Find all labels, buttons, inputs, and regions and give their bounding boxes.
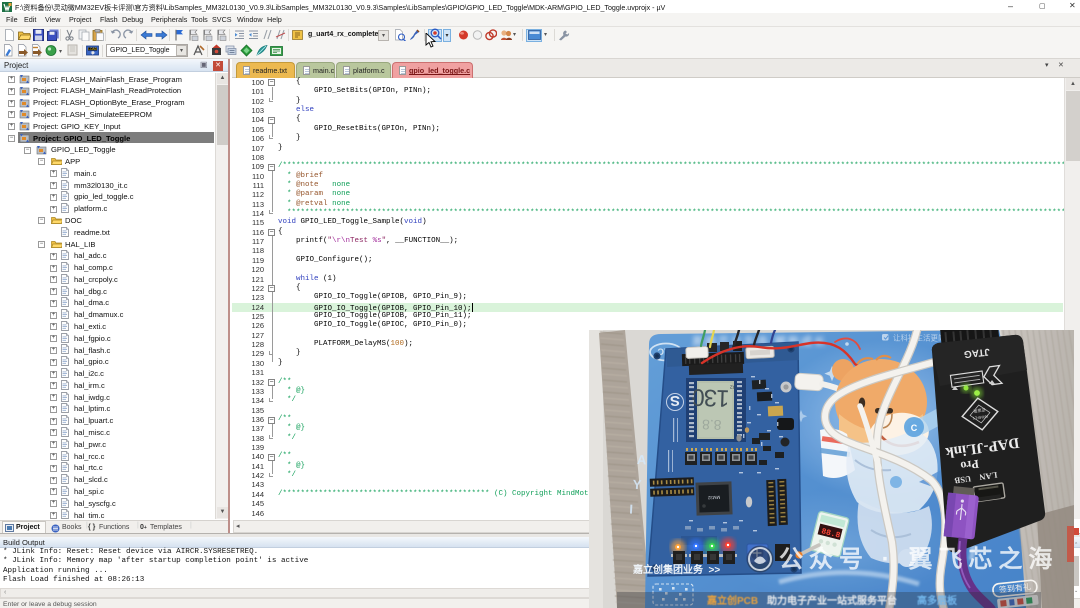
- svg-text:LOAD: LOAD: [88, 47, 97, 51]
